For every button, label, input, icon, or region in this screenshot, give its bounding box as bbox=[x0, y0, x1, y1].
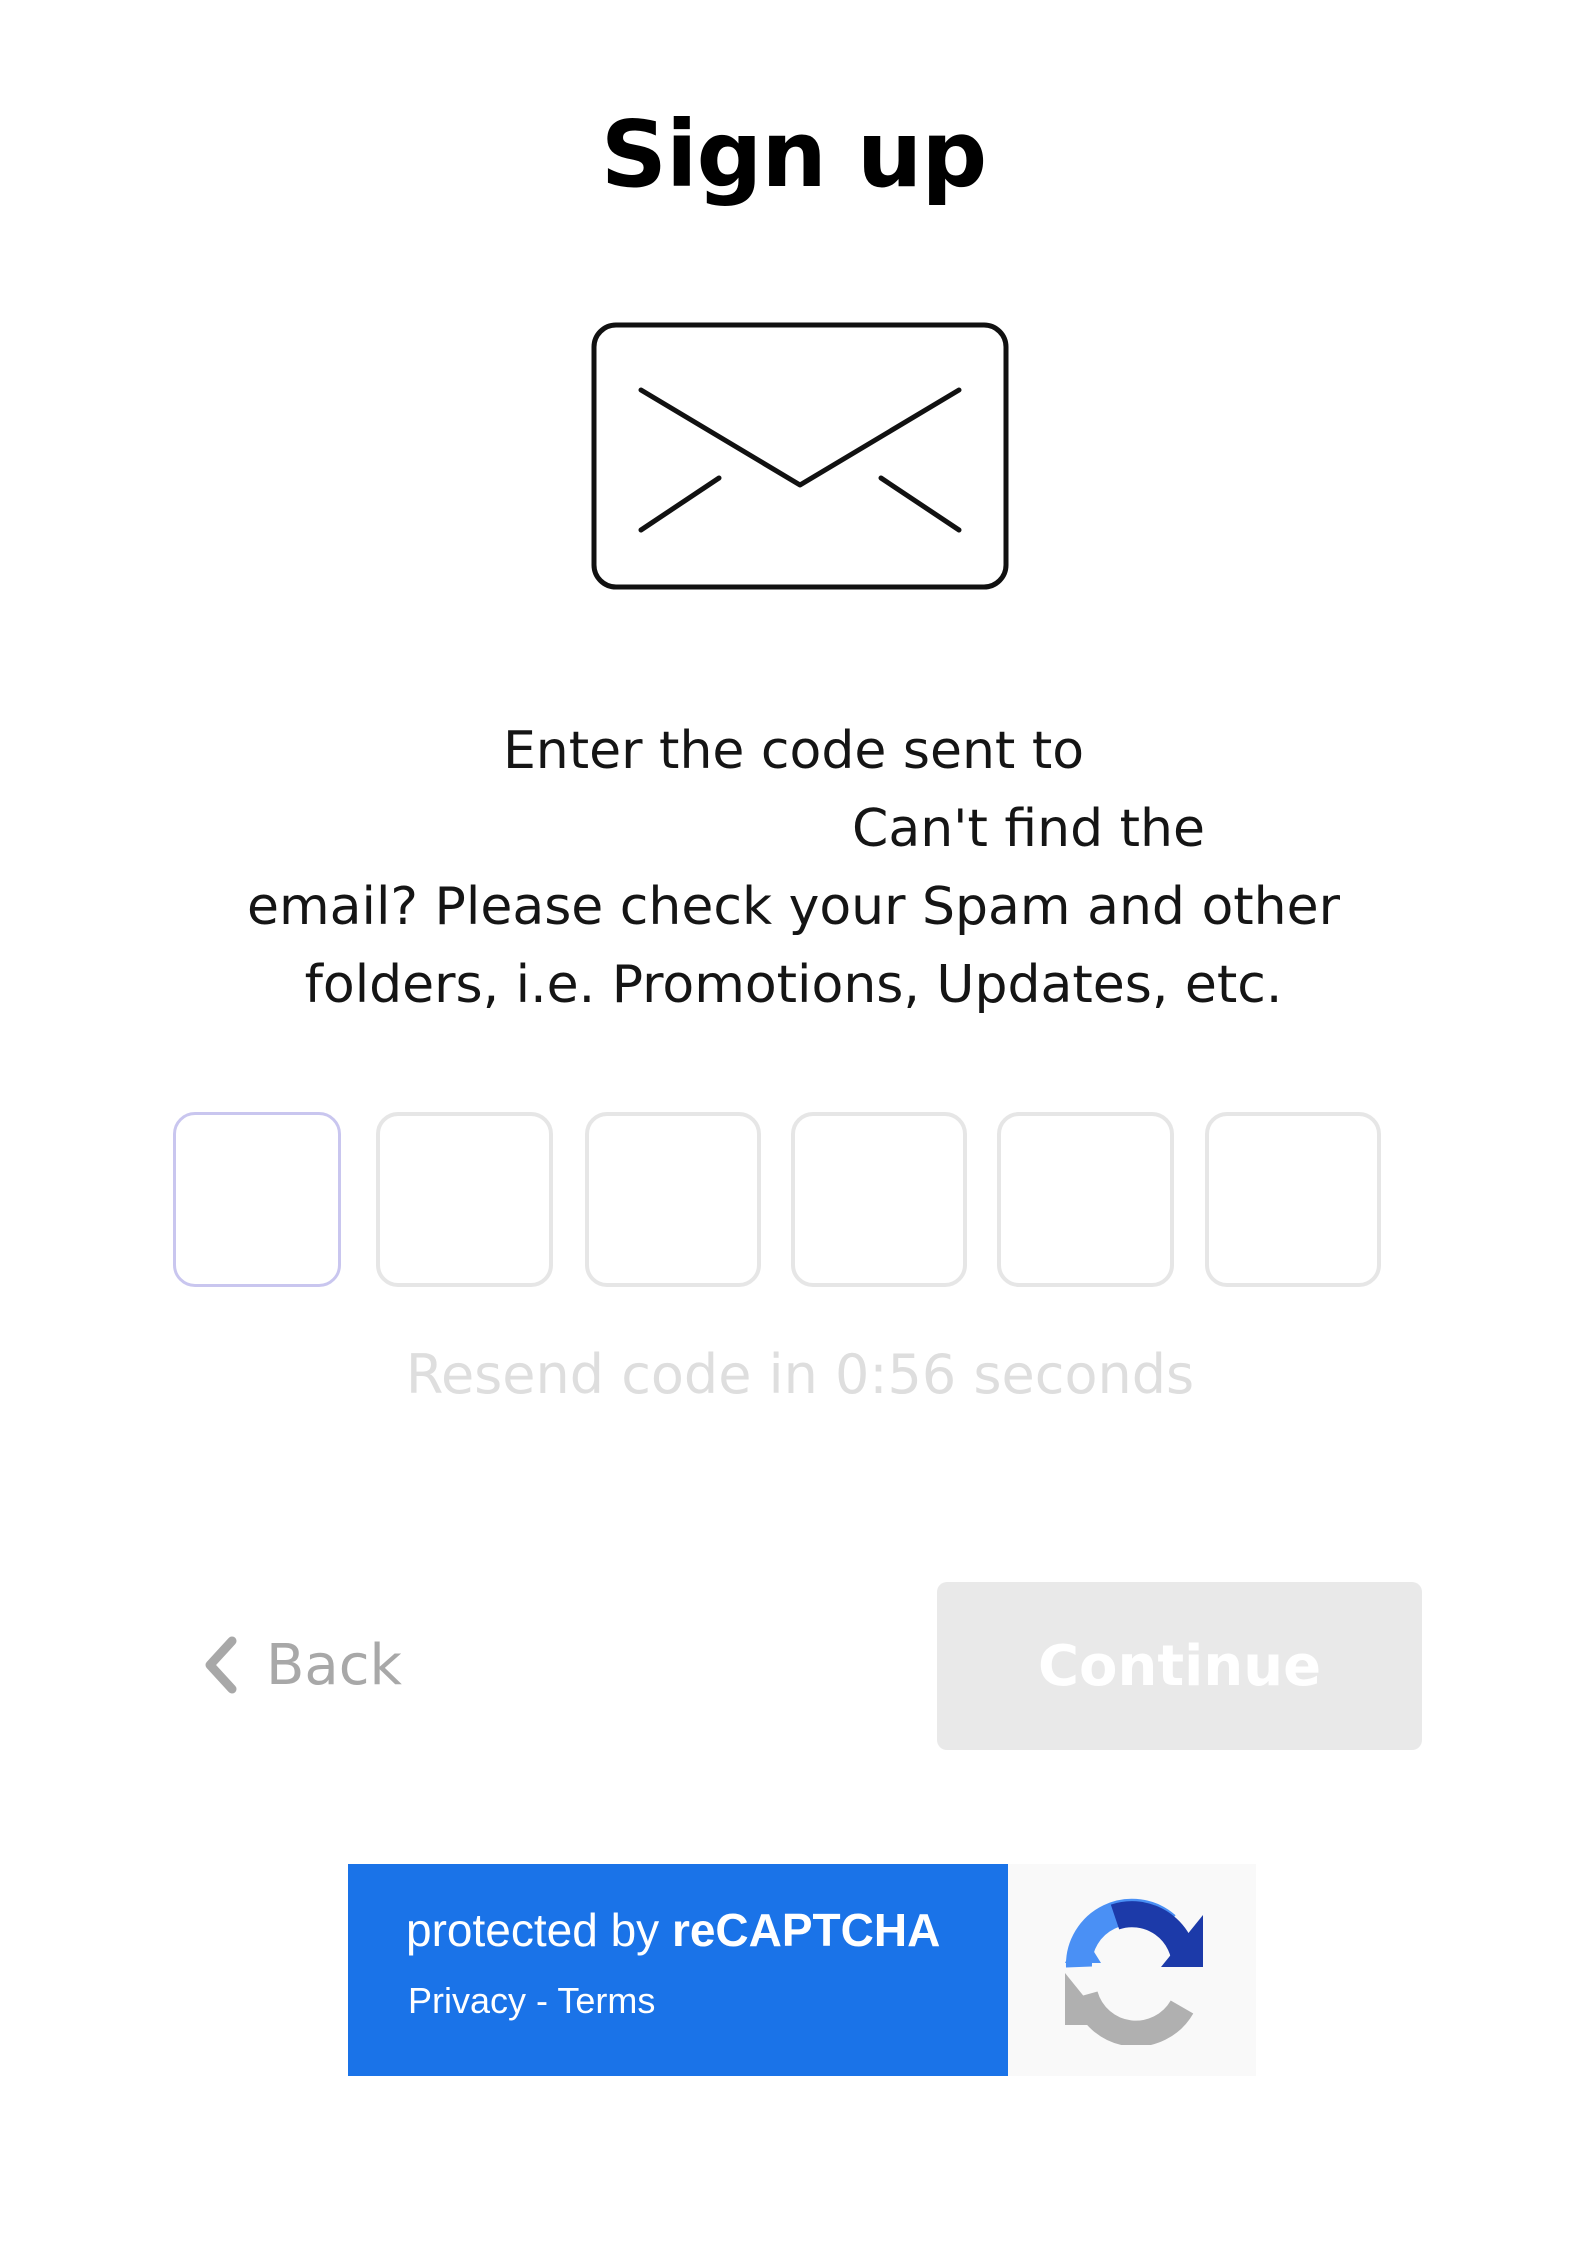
code-digit-5[interactable] bbox=[997, 1112, 1174, 1287]
back-button[interactable]: Back bbox=[200, 1625, 402, 1705]
code-digit-2[interactable] bbox=[376, 1112, 553, 1287]
terms-link[interactable]: Terms bbox=[557, 1980, 655, 2021]
recaptcha-protected-text: protected by reCAPTCHA bbox=[406, 1904, 941, 1956]
resend-countdown: Resend code in 0:56 seconds bbox=[405, 1343, 1195, 1406]
back-label: Back bbox=[266, 1632, 402, 1698]
code-digit-3[interactable] bbox=[585, 1112, 761, 1287]
code-digit-6[interactable] bbox=[1205, 1112, 1381, 1287]
message-line: Can't find the bbox=[852, 799, 1205, 859]
chevron-left-icon bbox=[205, 1636, 237, 1694]
message-line: email? Please check your Spam and other bbox=[247, 877, 1340, 937]
recaptcha-logo-container bbox=[1008, 1864, 1256, 2076]
recaptcha-logo-icon bbox=[1065, 1898, 1203, 2045]
link-separator: - bbox=[526, 1980, 558, 2021]
recaptcha-badge: protected by reCAPTCHA Privacy - Terms bbox=[348, 1864, 1256, 2076]
message-line: Enter the code sent to bbox=[502, 721, 1085, 781]
recaptcha-panel: protected by reCAPTCHA Privacy - Terms bbox=[348, 1864, 1008, 2076]
code-digit-1[interactable] bbox=[173, 1112, 341, 1287]
continue-button[interactable]: Continue bbox=[937, 1582, 1422, 1750]
verification-message: Enter the code sent to Can't find the em… bbox=[200, 712, 1387, 1024]
recaptcha-links: Privacy - Terms bbox=[408, 1978, 655, 2024]
message-line: folders, i.e. Promotions, Updates, etc. bbox=[304, 955, 1283, 1015]
envelope-icon bbox=[591, 322, 1009, 590]
page-title: Sign up bbox=[600, 101, 988, 208]
privacy-link[interactable]: Privacy bbox=[408, 1980, 526, 2021]
code-digit-4[interactable] bbox=[791, 1112, 967, 1287]
